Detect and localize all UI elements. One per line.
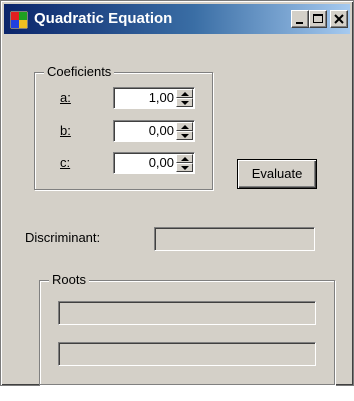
c-value[interactable]: 0,00 [149,155,174,171]
main-window: Quadratic Equation Coeficients a: 1,00 b… [0,0,354,386]
minimize-button[interactable] [291,10,309,28]
root1-field [58,301,316,325]
arrow-up-icon [181,92,189,96]
arrow-down-icon [181,134,189,138]
a-down-button[interactable] [176,98,193,107]
c-spin-buttons[interactable] [176,154,193,172]
a-value[interactable]: 1,00 [149,90,174,106]
arrow-up-icon [181,125,189,129]
discriminant-label: Discriminant: [25,230,101,245]
arrow-up-icon [181,157,189,161]
close-button[interactable] [330,10,348,28]
coefficients-legend: Coeficients [44,64,115,80]
c-label: c: [60,155,71,170]
c-down-button[interactable] [176,163,193,172]
discriminant-field [154,227,315,251]
a-up-button[interactable] [176,89,193,98]
c-spinner[interactable]: 0,00 [113,152,195,174]
maximize-button[interactable] [309,10,327,28]
minimize-icon [296,22,303,24]
a-spin-buttons[interactable] [176,89,193,107]
arrow-down-icon [181,166,189,170]
root2-field [58,342,316,366]
evaluate-button[interactable]: Evaluate [237,159,317,189]
b-spinner[interactable]: 0,00 [113,120,195,142]
b-spin-buttons[interactable] [176,122,193,140]
maximize-icon [313,14,323,23]
a-spinner[interactable]: 1,00 [113,87,195,109]
a-label: a: [60,90,71,105]
b-up-button[interactable] [176,122,193,131]
b-value[interactable]: 0,00 [149,123,174,139]
close-icon [334,14,344,24]
b-down-button[interactable] [176,131,193,140]
b-label: b: [60,123,71,138]
coefficients-group: Coeficients a: 1,00 b: 0,00 c: 0,00 [34,64,213,190]
app-icon [10,11,28,29]
roots-legend: Roots [49,272,89,288]
title-bar[interactable]: Quadratic Equation [4,4,350,34]
roots-group: Roots [39,272,335,385]
arrow-down-icon [181,101,189,105]
c-up-button[interactable] [176,154,193,163]
window-title: Quadratic Equation [34,10,173,27]
